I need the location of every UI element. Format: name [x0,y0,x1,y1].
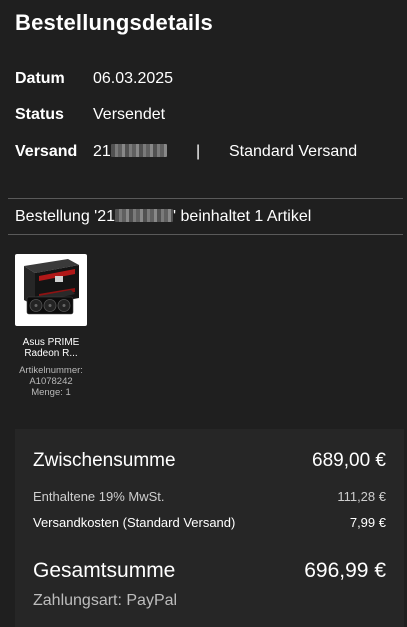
divider [8,234,403,235]
redacted-tracking [110,144,167,157]
price-summary: Zwischensumme 689,00 € Enthaltene 19% Mw… [15,429,404,627]
product-meta: Artikelnummer: A1078242 Menge: 1 [10,365,92,398]
page-title: Bestellungsdetails [15,10,213,35]
divider [8,198,403,199]
tracking-number[interactable]: 21 [93,143,167,161]
date-label: Datum [15,70,65,87]
article-number-label: Artikelnummer: [19,365,83,376]
order-text-suffix: ' beinhaltet 1 Artikel [173,208,312,225]
order-text-prefix: Bestellung '21 [15,208,116,225]
article-number: A1078242 [29,376,73,387]
subtotal-value: 689,00 € [312,450,386,471]
status-label: Status [15,106,64,123]
status-value: Versendet [93,106,166,123]
vat-value: 111,28 € [337,489,386,504]
order-summary-text: Bestellung '21 ' beinhaltet 1 Artikel [15,208,311,226]
total-value: 696,99 € [304,559,386,582]
payment-method: Zahlungsart: PayPal [33,592,178,609]
date-value: 06.03.2025 [93,70,174,87]
tracking-prefix: 21 [93,143,111,160]
graphics-card-box-icon [24,259,79,315]
product-name[interactable]: Asus PRIME Radeon R... [10,337,92,359]
quantity: Menge: 1 [31,387,71,398]
product-name-line1: Asus PRIME [22,337,80,348]
product-name-line2: Radeon R... [24,348,78,359]
shipping-label: Versand [15,143,78,160]
shipping-cost-value: 7,99 € [349,515,386,530]
subtotal-label: Zwischensumme [33,450,176,471]
shipping-cost-label: Versandkosten (Standard Versand) [33,515,236,530]
shipping-method: Standard Versand [229,143,358,160]
redacted-order-number [115,209,174,222]
shipping-separator: | [196,143,201,160]
total-label: Gesamtsumme [33,559,176,582]
product-image[interactable] [15,254,87,326]
vat-label: Enthaltene 19% MwSt. [33,489,165,504]
